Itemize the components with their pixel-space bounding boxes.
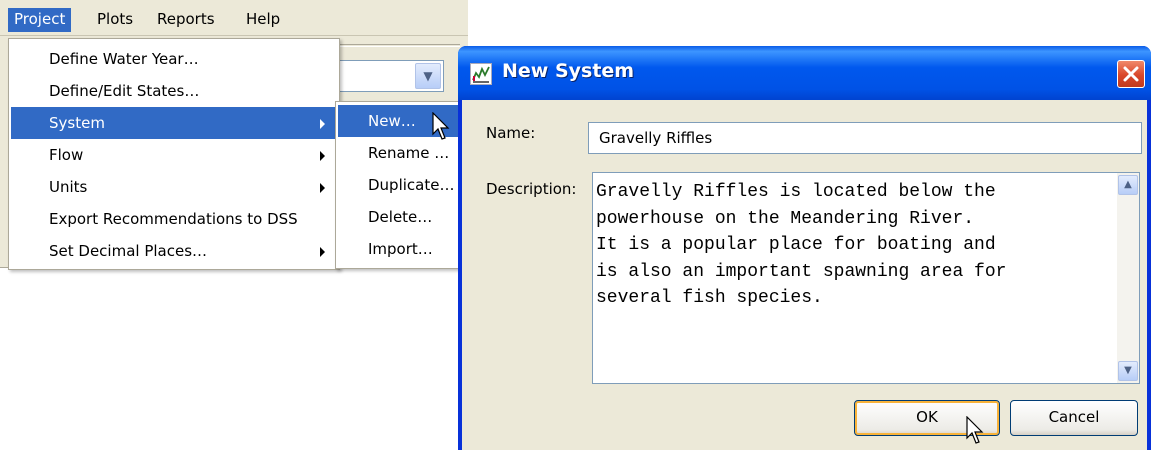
description-field[interactable]: Gravelly Riffles is located below the po… — [592, 172, 1140, 384]
submenu-item-duplicate[interactable]: Duplicate… — [338, 169, 462, 201]
menu-item-export-recommendations[interactable]: Export Recommendations to DSS — [11, 203, 337, 235]
submenu-arrow-icon — [320, 183, 325, 193]
submenu-item-delete[interactable]: Delete… — [338, 201, 462, 233]
new-system-dialog: New System Name: Gravelly Riffles Descri… — [458, 46, 1151, 450]
description-scrollbar[interactable]: ▲ ▼ — [1117, 173, 1139, 383]
cancel-button[interactable]: Cancel — [1010, 400, 1138, 436]
submenu-arrow-icon — [320, 119, 325, 129]
background-combo-box[interactable]: ▼ — [336, 60, 444, 92]
name-field[interactable]: Gravelly Riffles — [588, 122, 1142, 154]
submenu-arrow-icon — [320, 151, 325, 161]
mouse-cursor-icon — [432, 112, 450, 140]
submenu-arrow-icon — [320, 247, 325, 257]
dialog-title: New System — [502, 60, 635, 82]
app-icon — [470, 63, 492, 85]
menu-item-define-edit-states[interactable]: Define/Edit States… — [11, 75, 337, 107]
scroll-down-icon[interactable]: ▼ — [1118, 361, 1138, 381]
menu-plots[interactable]: Plots — [91, 8, 139, 32]
submenu-item-import[interactable]: Import… — [338, 233, 462, 265]
name-label: Name: — [486, 124, 536, 142]
menu-item-set-decimal-places[interactable]: Set Decimal Places… — [11, 235, 337, 267]
project-menu: Define Water Year… Define/Edit States… S… — [8, 38, 340, 270]
menu-reports[interactable]: Reports — [151, 8, 221, 32]
menu-item-define-water-year[interactable]: Define Water Year… — [11, 43, 337, 75]
scroll-up-icon[interactable]: ▲ — [1118, 175, 1138, 195]
menu-item-system[interactable]: System — [11, 107, 337, 139]
dialog-body: Name: Gravelly Riffles Description: Grav… — [462, 100, 1147, 450]
close-icon[interactable] — [1117, 60, 1145, 88]
dropdown-arrow-icon[interactable]: ▼ — [415, 63, 441, 89]
menu-bar: Project Plots Reports Help — [0, 0, 468, 36]
description-label: Description: — [486, 180, 577, 198]
menu-help[interactable]: Help — [240, 8, 286, 32]
menu-item-flow[interactable]: Flow — [11, 139, 337, 171]
menu-item-units[interactable]: Units — [11, 171, 337, 203]
description-text: Gravelly Riffles is located below the po… — [596, 182, 1007, 308]
mouse-cursor-icon — [966, 416, 984, 444]
toolbar-separator — [336, 44, 460, 47]
menu-project[interactable]: Project — [8, 8, 72, 32]
dialog-titlebar[interactable]: New System — [458, 46, 1151, 100]
